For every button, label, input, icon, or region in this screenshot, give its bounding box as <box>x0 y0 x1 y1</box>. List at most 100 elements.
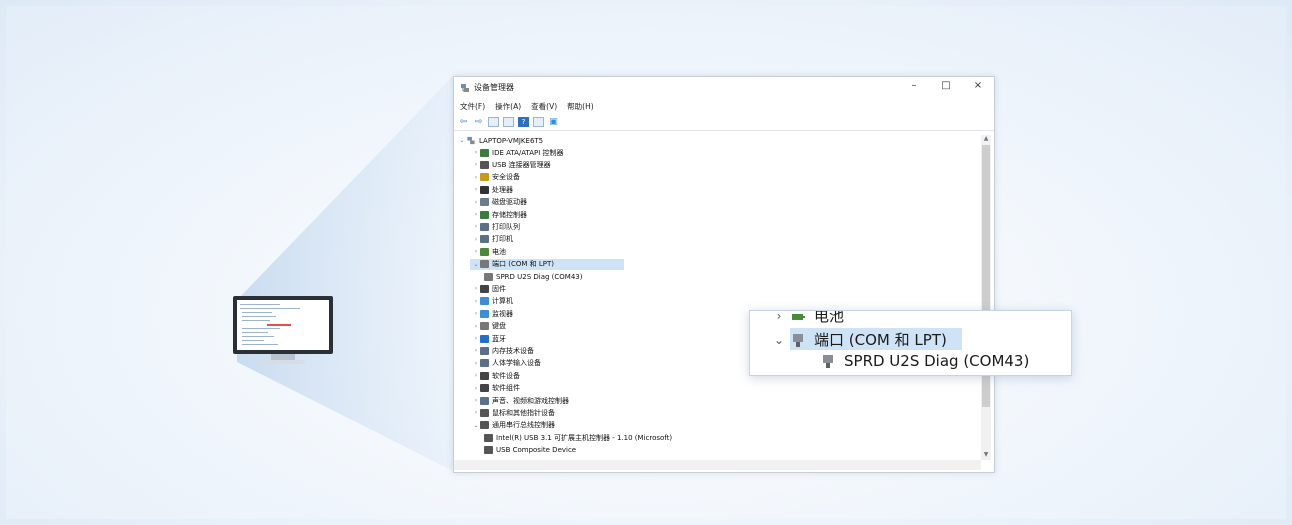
tree-category-item[interactable]: › 键盘 <box>472 321 506 332</box>
chevron-down-icon[interactable]: ⌄ <box>472 422 480 429</box>
chevron-right-icon[interactable]: › <box>472 285 480 292</box>
firmware-icon <box>480 284 489 293</box>
tree-child-item[interactable]: Intel(R) USB 3.1 可扩展主机控制器 - 1.10 (Micros… <box>484 432 672 443</box>
properties-icon[interactable] <box>488 117 499 127</box>
tree-category-item[interactable]: › 存储控制器 <box>472 209 527 220</box>
tree-category-item[interactable]: › 软件设备 <box>472 370 520 381</box>
list-icon[interactable] <box>503 117 514 127</box>
help-icon[interactable]: ? <box>518 117 529 127</box>
device-manager-window: 设备管理器 – □ × 文件(F) 操作(A) 查看(V) 帮助(H) ⇦ ⇨ … <box>453 76 995 473</box>
chevron-right-icon[interactable]: › <box>472 174 480 181</box>
monitor-icon[interactable]: ▣ <box>548 117 559 127</box>
mouse-icon <box>480 408 489 417</box>
zoom-label-sprd: SPRD U2S Diag (COM43) <box>844 352 1030 370</box>
zoom-callout: › 电池 ⌄ 端口 (COM 和 LPT) SPRD U2S Diag (COM… <box>749 310 1072 376</box>
tree-child-item[interactable]: USB Composite Device <box>484 445 576 456</box>
tree-category-item[interactable]: › 鼠标和其他指针设备 <box>472 407 555 418</box>
tree-item-label: 软件设备 <box>492 371 520 380</box>
chevron-right-icon[interactable]: › <box>472 409 480 416</box>
vertical-scrollbar[interactable]: ▲ ▼ <box>981 135 991 460</box>
horizontal-scrollbar[interactable] <box>454 460 981 470</box>
tree-category-item[interactable]: › 声音、视频和游戏控制器 <box>472 395 569 406</box>
chevron-right-icon[interactable]: › <box>472 347 480 354</box>
scroll-up-icon[interactable]: ▲ <box>981 135 991 142</box>
monitor-screen-content <box>237 300 329 350</box>
window-title: 设备管理器 <box>474 83 514 92</box>
chevron-right-icon[interactable]: › <box>472 372 480 379</box>
tree-item-label: 处理器 <box>492 185 513 194</box>
chevron-right-icon[interactable]: › <box>472 186 480 193</box>
chevron-right-icon[interactable]: › <box>472 149 480 156</box>
tree-category-item[interactable]: › USB 连接器管理器 <box>472 159 551 170</box>
monitor-base <box>261 360 305 364</box>
tree-category-item[interactable]: › 内存技术设备 <box>472 345 534 356</box>
chevron-right-icon[interactable]: › <box>472 223 480 230</box>
tree-category-item[interactable]: › 监视器 <box>472 308 513 319</box>
view-icon[interactable] <box>533 117 544 127</box>
usb-device-icon <box>484 446 493 455</box>
tree-root[interactable]: ⌄ LAPTOP-VMJKE6T5 <box>458 135 543 146</box>
tree-category-item[interactable]: › 安全设备 <box>472 172 520 183</box>
tree-item-label: 打印机 <box>492 235 513 244</box>
menu-help[interactable]: 帮助(H) <box>567 101 594 115</box>
tree-category-item[interactable]: ⌄ 通用串行总线控制器 <box>472 420 555 431</box>
tree-category-item[interactable]: › IDE ATA/ATAPI 控制器 <box>472 147 564 158</box>
minimize-button[interactable]: – <box>906 80 922 91</box>
maximize-button[interactable]: □ <box>938 80 954 91</box>
tree-category-item[interactable]: › 计算机 <box>472 296 513 307</box>
security-device-icon <box>480 173 489 182</box>
chevron-right-icon[interactable]: › <box>472 298 480 305</box>
chevron-down-icon[interactable]: ⌄ <box>472 261 480 268</box>
tree-item-label: 人体学输入设备 <box>492 359 541 368</box>
tree-category-item[interactable]: › 电池 <box>472 246 506 257</box>
tree-item-label: 固件 <box>492 284 506 293</box>
zoom-label-ports: 端口 (COM 和 LPT) <box>814 331 947 349</box>
tree-category-item[interactable]: › 打印队列 <box>472 221 520 232</box>
computer-icon <box>480 297 489 306</box>
menu-file[interactable]: 文件(F) <box>460 101 485 115</box>
port-device-icon <box>823 355 833 368</box>
tree-category-item[interactable]: › 人体学输入设备 <box>472 358 541 369</box>
chevron-right-icon[interactable]: › <box>472 199 480 206</box>
chevron-right-icon[interactable]: › <box>472 310 480 317</box>
printer-icon <box>480 235 489 244</box>
tree-category-item[interactable]: › 蓝牙 <box>472 333 506 344</box>
monitor-device-icon <box>480 309 489 318</box>
chevron-right-icon[interactable]: › <box>472 323 480 330</box>
tree-item-label: 打印队列 <box>492 222 520 231</box>
chevron-right-icon[interactable]: › <box>472 236 480 243</box>
chevron-right-icon[interactable]: › <box>472 360 480 367</box>
tree-category-item[interactable]: › 打印机 <box>472 234 513 245</box>
storage-controller-icon <box>480 210 489 219</box>
tree-category-item[interactable]: ⌄ 端口 (COM 和 LPT) <box>470 258 624 270</box>
close-button[interactable]: × <box>970 80 986 91</box>
beam-to-window <box>237 76 453 471</box>
tree-category-item[interactable]: › 磁盘驱动器 <box>472 197 527 208</box>
tree-item-label: 电池 <box>492 247 506 256</box>
keyboard-icon <box>480 322 489 331</box>
menu-view[interactable]: 查看(V) <box>531 101 557 115</box>
chevron-right-icon[interactable]: › <box>472 161 480 168</box>
title-bar: 设备管理器 – □ × <box>454 77 994 101</box>
zoom-row-battery: › 电池 <box>768 311 844 326</box>
tree-child-item[interactable]: SPRD U2S Diag (COM43) <box>484 271 583 282</box>
zoom-row-sprd: SPRD U2S Diag (COM43) <box>820 352 1029 370</box>
tree-item-label: 鼠标和其他指针设备 <box>492 408 555 417</box>
back-arrow-icon[interactable]: ⇦ <box>458 117 469 127</box>
monitor-illustration <box>233 296 333 366</box>
zoom-row-ports: ⌄ 端口 (COM 和 LPT) <box>768 329 947 350</box>
menu-action[interactable]: 操作(A) <box>495 101 521 115</box>
tree-category-item[interactable]: › 固件 <box>472 283 506 294</box>
chevron-right-icon[interactable]: › <box>472 385 480 392</box>
chevron-right-icon[interactable]: › <box>472 397 480 404</box>
scroll-down-icon[interactable]: ▼ <box>981 451 991 458</box>
tree-item-label: USB Composite Device <box>496 446 577 455</box>
chevron-right-icon[interactable]: › <box>472 248 480 255</box>
chevron-right-icon[interactable]: › <box>472 211 480 218</box>
forward-arrow-icon[interactable]: ⇨ <box>473 117 484 127</box>
chevron-down-icon[interactable]: ⌄ <box>458 137 466 144</box>
chevron-right-icon[interactable]: › <box>472 335 480 342</box>
tree-category-item[interactable]: › 软件组件 <box>472 383 520 394</box>
tree-category-item[interactable]: › 处理器 <box>472 184 513 195</box>
software-component-icon <box>480 384 489 393</box>
